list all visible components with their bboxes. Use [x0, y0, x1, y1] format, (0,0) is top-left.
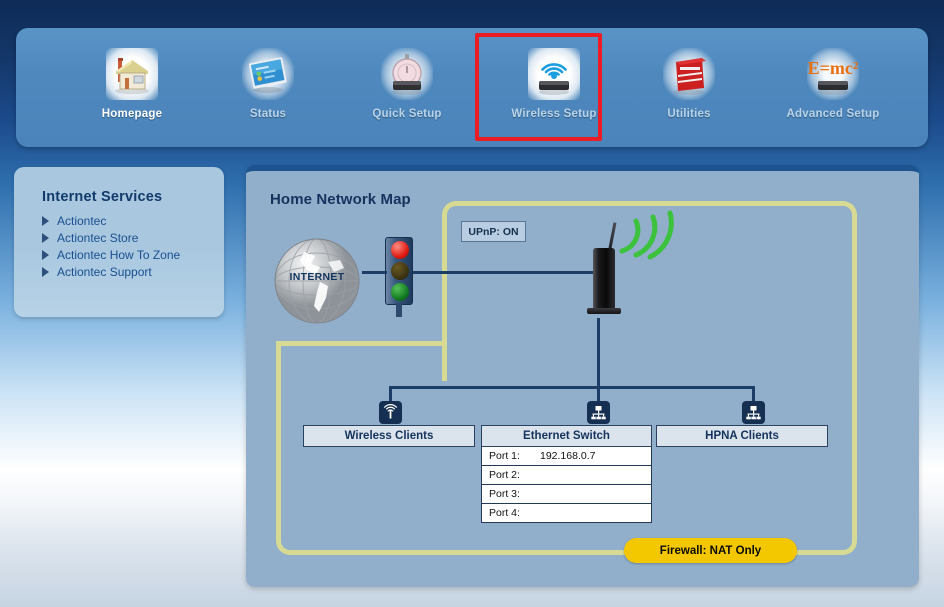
upnp-status-badge: UPnP: ON: [461, 221, 526, 242]
sidebar-item-actiontec-support[interactable]: Actiontec Support: [42, 265, 224, 279]
traffic-light-green-lamp: [391, 283, 409, 301]
router-base: [587, 308, 621, 314]
sidebar-item-label: Actiontec Support: [57, 265, 152, 279]
hpna-clients-box[interactable]: HPNA Clients: [656, 425, 828, 447]
hpna-device-icon: [742, 401, 765, 424]
table-row[interactable]: Port 3:: [481, 485, 652, 504]
nav-item-advanced-setup[interactable]: E=mc² Advanced Setup: [775, 48, 891, 140]
traffic-light-icon: [385, 237, 413, 305]
wire-router-trunk: [597, 318, 600, 388]
port-label: Port 3:: [482, 488, 540, 500]
chevron-right-icon: [42, 216, 49, 226]
port-label: Port 2:: [482, 469, 540, 481]
firewall-status-badge: Firewall: NAT Only: [624, 538, 797, 563]
traffic-light-stand: [396, 303, 402, 317]
ethernet-switch-box[interactable]: Ethernet Switch: [481, 425, 652, 447]
port-value: 192.168.0.7: [540, 450, 595, 462]
wireless-access-point-icon: [379, 401, 402, 424]
emc2-router-icon: E=mc²: [807, 48, 859, 100]
sidebar-item-label: Actiontec How To Zone: [57, 248, 180, 262]
table-row[interactable]: Port 4:: [481, 504, 652, 523]
traffic-light-amber-lamp: [391, 262, 409, 280]
sidebar-item-actiontec-how-to-zone[interactable]: Actiontec How To Zone: [42, 248, 224, 262]
port-label: Port 1:: [482, 450, 540, 462]
wifi-waves-icon: [616, 203, 686, 263]
nav-item-status[interactable]: Status: [210, 48, 326, 140]
lan-boundary-mask: [447, 339, 852, 348]
port-label: Port 4:: [482, 507, 540, 519]
sidebar-item-label: Actiontec Store: [57, 231, 138, 245]
page-title: Home Network Map: [270, 191, 411, 208]
sidebar-item-actiontec[interactable]: Actiontec: [42, 214, 224, 228]
table-row[interactable]: Port 2:: [481, 466, 652, 485]
internet-label: INTERNET: [270, 271, 364, 283]
nav-label-advanced-setup: Advanced Setup: [775, 108, 891, 120]
nav-item-wireless-setup[interactable]: Wireless Setup: [496, 48, 612, 140]
sidebar-item-actiontec-store[interactable]: Actiontec Store: [42, 231, 224, 245]
stopwatch-router-icon: [381, 48, 433, 100]
home-network-map-panel: Home Network Map UPnP: ON: [246, 165, 919, 587]
nav-label-utilities: Utilities: [631, 108, 747, 120]
wireless-clients-box[interactable]: Wireless Clients: [303, 425, 475, 447]
sidebar-title: Internet Services: [42, 189, 224, 205]
chevron-right-icon: [42, 250, 49, 260]
nav-item-utilities[interactable]: Utilities: [631, 48, 747, 140]
chevron-right-icon: [42, 233, 49, 243]
svg-text:E=mc²: E=mc²: [808, 58, 859, 78]
nav-label-wireless-setup: Wireless Setup: [496, 108, 612, 120]
wifi-router-icon: [528, 48, 580, 100]
nav-item-homepage[interactable]: Homepage: [74, 48, 190, 140]
nav-item-quick-setup[interactable]: Quick Setup: [349, 48, 465, 140]
internet-services-panel: Internet Services Actiontec Actiontec St…: [14, 167, 224, 317]
ethernet-switch-icon: [587, 401, 610, 424]
nav-label-status: Status: [210, 108, 326, 120]
router-body: [593, 248, 615, 310]
wire-lan-bus: [389, 386, 755, 389]
monitor-status-icon: [242, 48, 294, 100]
traffic-light-red-lamp: [391, 241, 409, 259]
table-row[interactable]: Port 1: 192.168.0.7: [481, 447, 652, 466]
lan-boundary-connector: [276, 341, 447, 346]
sidebar-item-label: Actiontec: [57, 214, 106, 228]
chevron-right-icon: [42, 267, 49, 277]
nav-label-quick-setup: Quick Setup: [349, 108, 465, 120]
wire-globe-to-trafficlight: [362, 271, 387, 274]
house-icon: [106, 48, 158, 100]
nav-label-homepage: Homepage: [74, 108, 190, 120]
top-toolbar: Homepage Status: [16, 28, 928, 147]
wire-trafficlight-to-router: [413, 271, 598, 274]
toolbox-icon: [663, 48, 715, 100]
